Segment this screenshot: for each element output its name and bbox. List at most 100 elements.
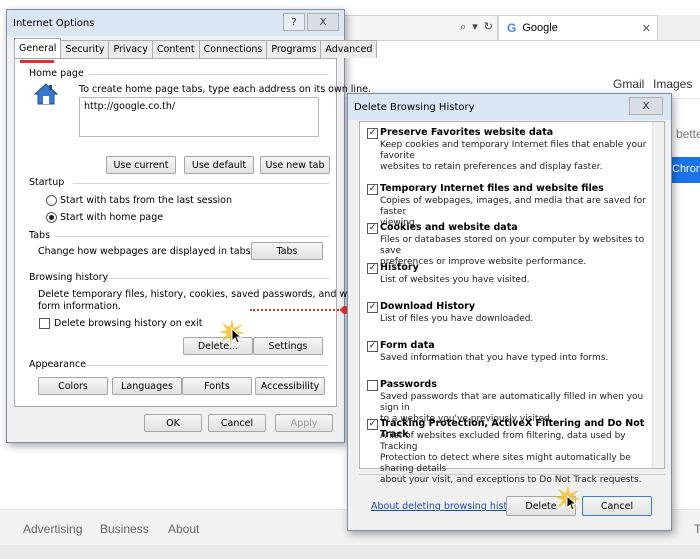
images-link[interactable]: Images (653, 77, 692, 91)
general-panel: Home page To create home page tabs, type… (14, 58, 371, 407)
desc-line: about your visit, and exceptions to Do N… (380, 475, 642, 485)
startup-header: Startup (29, 177, 65, 188)
item-description: List of files you have downloaded. (380, 314, 650, 325)
use-current-button[interactable]: Use current (106, 156, 176, 174)
tab-programs[interactable]: Programs (266, 40, 322, 58)
radio-last-session[interactable] (46, 195, 57, 206)
footer-link-business[interactable]: Business (100, 522, 149, 536)
group-divider (73, 183, 329, 184)
search-icon[interactable]: ⌕ (460, 20, 466, 34)
cursor-icon (231, 328, 243, 344)
group-divider (87, 365, 329, 366)
item-description: List of websites you have visited. (380, 275, 650, 286)
use-default-button[interactable]: Use default (184, 156, 254, 174)
settings-button[interactable]: Settings (253, 337, 323, 355)
tab-security[interactable]: Security (60, 40, 110, 58)
colors-button[interactable]: Colors (38, 377, 108, 395)
tab-advanced[interactable]: Advanced (320, 40, 378, 58)
tab-privacy[interactable]: Privacy (108, 40, 153, 58)
desc-line: Files or databases stored on your comput… (380, 235, 645, 256)
house-icon (34, 83, 58, 105)
item-title: Download History (380, 301, 476, 312)
radio-home-page[interactable] (46, 212, 57, 223)
new-tab-button[interactable] (658, 15, 700, 41)
close-tab-icon[interactable]: ✕ (642, 22, 651, 35)
gmail-link[interactable]: Gmail (613, 77, 644, 91)
desc-line: Keep cookies and temporary Internet file… (380, 140, 647, 161)
browsing-history-header: Browsing history (29, 272, 109, 283)
browsing-history-text-2: form information. (38, 301, 122, 312)
languages-button[interactable]: Languages (112, 377, 182, 395)
checkbox-cookies[interactable]: ✓ (367, 223, 378, 234)
group-divider (89, 74, 329, 75)
tab-connections[interactable]: Connections (198, 40, 268, 58)
home-page-header: Home page (29, 68, 84, 79)
apply-button[interactable]: Apply (275, 414, 333, 432)
item-description: Files or databases stored on your comput… (380, 235, 650, 268)
google-favicon-icon: G (507, 21, 517, 35)
startup-option-last-session: Start with tabs from the last session (60, 195, 233, 206)
close-button[interactable]: X (629, 97, 663, 115)
desc-line: Saved information that you have typed in… (380, 353, 609, 363)
browsing-history-text-1: Delete temporary files, history, cookies… (38, 289, 360, 300)
dialog-title: Delete Browsing History (354, 101, 475, 113)
scrollbar[interactable] (652, 122, 664, 468)
startup-option-home-page: Start with home page (60, 212, 164, 223)
tab-general[interactable]: General (14, 38, 62, 58)
divider (359, 474, 665, 475)
footer-link-about[interactable]: About (168, 522, 199, 536)
dropdown-icon[interactable]: ▾ (472, 20, 478, 34)
tabs-description: Change how webpages are displayed in tab… (38, 246, 254, 257)
use-new-tab-button[interactable]: Use new tab (260, 156, 330, 174)
desc-line: Protection to detect where sites might a… (380, 453, 631, 474)
address-bar[interactable]: ⌕ ▾ ↻ (340, 15, 498, 41)
about-deleting-history-link[interactable]: About deleting browsing history (371, 501, 523, 512)
item-title: History (380, 262, 419, 273)
desc-line: List of websites you have visited. (380, 275, 530, 285)
refresh-icon[interactable]: ↻ (484, 20, 493, 34)
group-divider (55, 236, 329, 237)
cancel-button[interactable]: Cancel (208, 414, 266, 432)
desc-line: Copies of webpages, images, and media th… (380, 196, 646, 217)
checkbox-form-data[interactable]: ✓ (367, 341, 378, 352)
home-page-instruction: To create home page tabs, type each addr… (79, 84, 371, 95)
checkbox-temporary-files[interactable]: ✓ (367, 184, 378, 195)
item-title: Cookies and website data (380, 222, 518, 233)
item-description: A list of websites excluded from filteri… (380, 431, 650, 486)
delete-on-exit-checkbox[interactable] (39, 318, 50, 329)
cancel-button[interactable]: Cancel (582, 496, 652, 516)
checkbox-preserve-favorites[interactable]: ✓ (367, 128, 378, 139)
tab-strip: General Security Privacy Content Connect… (14, 38, 378, 58)
fonts-button[interactable]: Fonts (182, 377, 252, 395)
side-text: bette (676, 127, 700, 141)
item-title: Passwords (380, 379, 437, 390)
delete-on-exit-label: Delete browsing history on exit (54, 318, 203, 329)
home-page-address-field[interactable]: http://google.co.th/ (79, 97, 319, 137)
ok-button[interactable]: OK (144, 414, 202, 432)
browser-tab-google[interactable]: G Google ✕ (498, 15, 658, 41)
tabs-button[interactable]: Tabs (251, 242, 323, 260)
delete-history-titlebar: Delete Browsing History X (348, 94, 671, 120)
help-button[interactable]: ? (283, 13, 305, 31)
checkbox-history[interactable]: ✓ (367, 263, 378, 274)
appearance-header: Appearance (29, 359, 87, 370)
desc-line: A list of websites excluded from filteri… (380, 431, 626, 452)
close-button[interactable]: X (307, 13, 339, 31)
tabs-header: Tabs (29, 230, 51, 241)
footer-link-advertising[interactable]: Advertising (23, 522, 82, 536)
item-title: Preserve Favorites website data (380, 127, 554, 138)
delete-options-list: ✓ Preserve Favorites website data Keep c… (359, 121, 665, 485)
delete-browsing-history-dialog: Delete Browsing History X ✓ Preserve Fav… (347, 93, 672, 531)
group-divider (107, 278, 329, 279)
checkbox-passwords[interactable] (367, 380, 378, 391)
desc-line: Saved passwords that are automatically f… (380, 392, 644, 413)
dotted-arrow-connector (250, 309, 342, 311)
footer-link-terms[interactable]: T (694, 522, 700, 536)
status-strip (0, 545, 700, 559)
desc-line: List of files you have downloaded. (380, 314, 534, 324)
checkbox-download-history[interactable]: ✓ (367, 302, 378, 313)
tab-content[interactable]: Content (151, 40, 200, 58)
accessibility-button[interactable]: Accessibility (255, 377, 325, 395)
item-title: Form data (380, 340, 435, 351)
checkbox-tracking-protection[interactable]: ✓ (367, 419, 378, 430)
